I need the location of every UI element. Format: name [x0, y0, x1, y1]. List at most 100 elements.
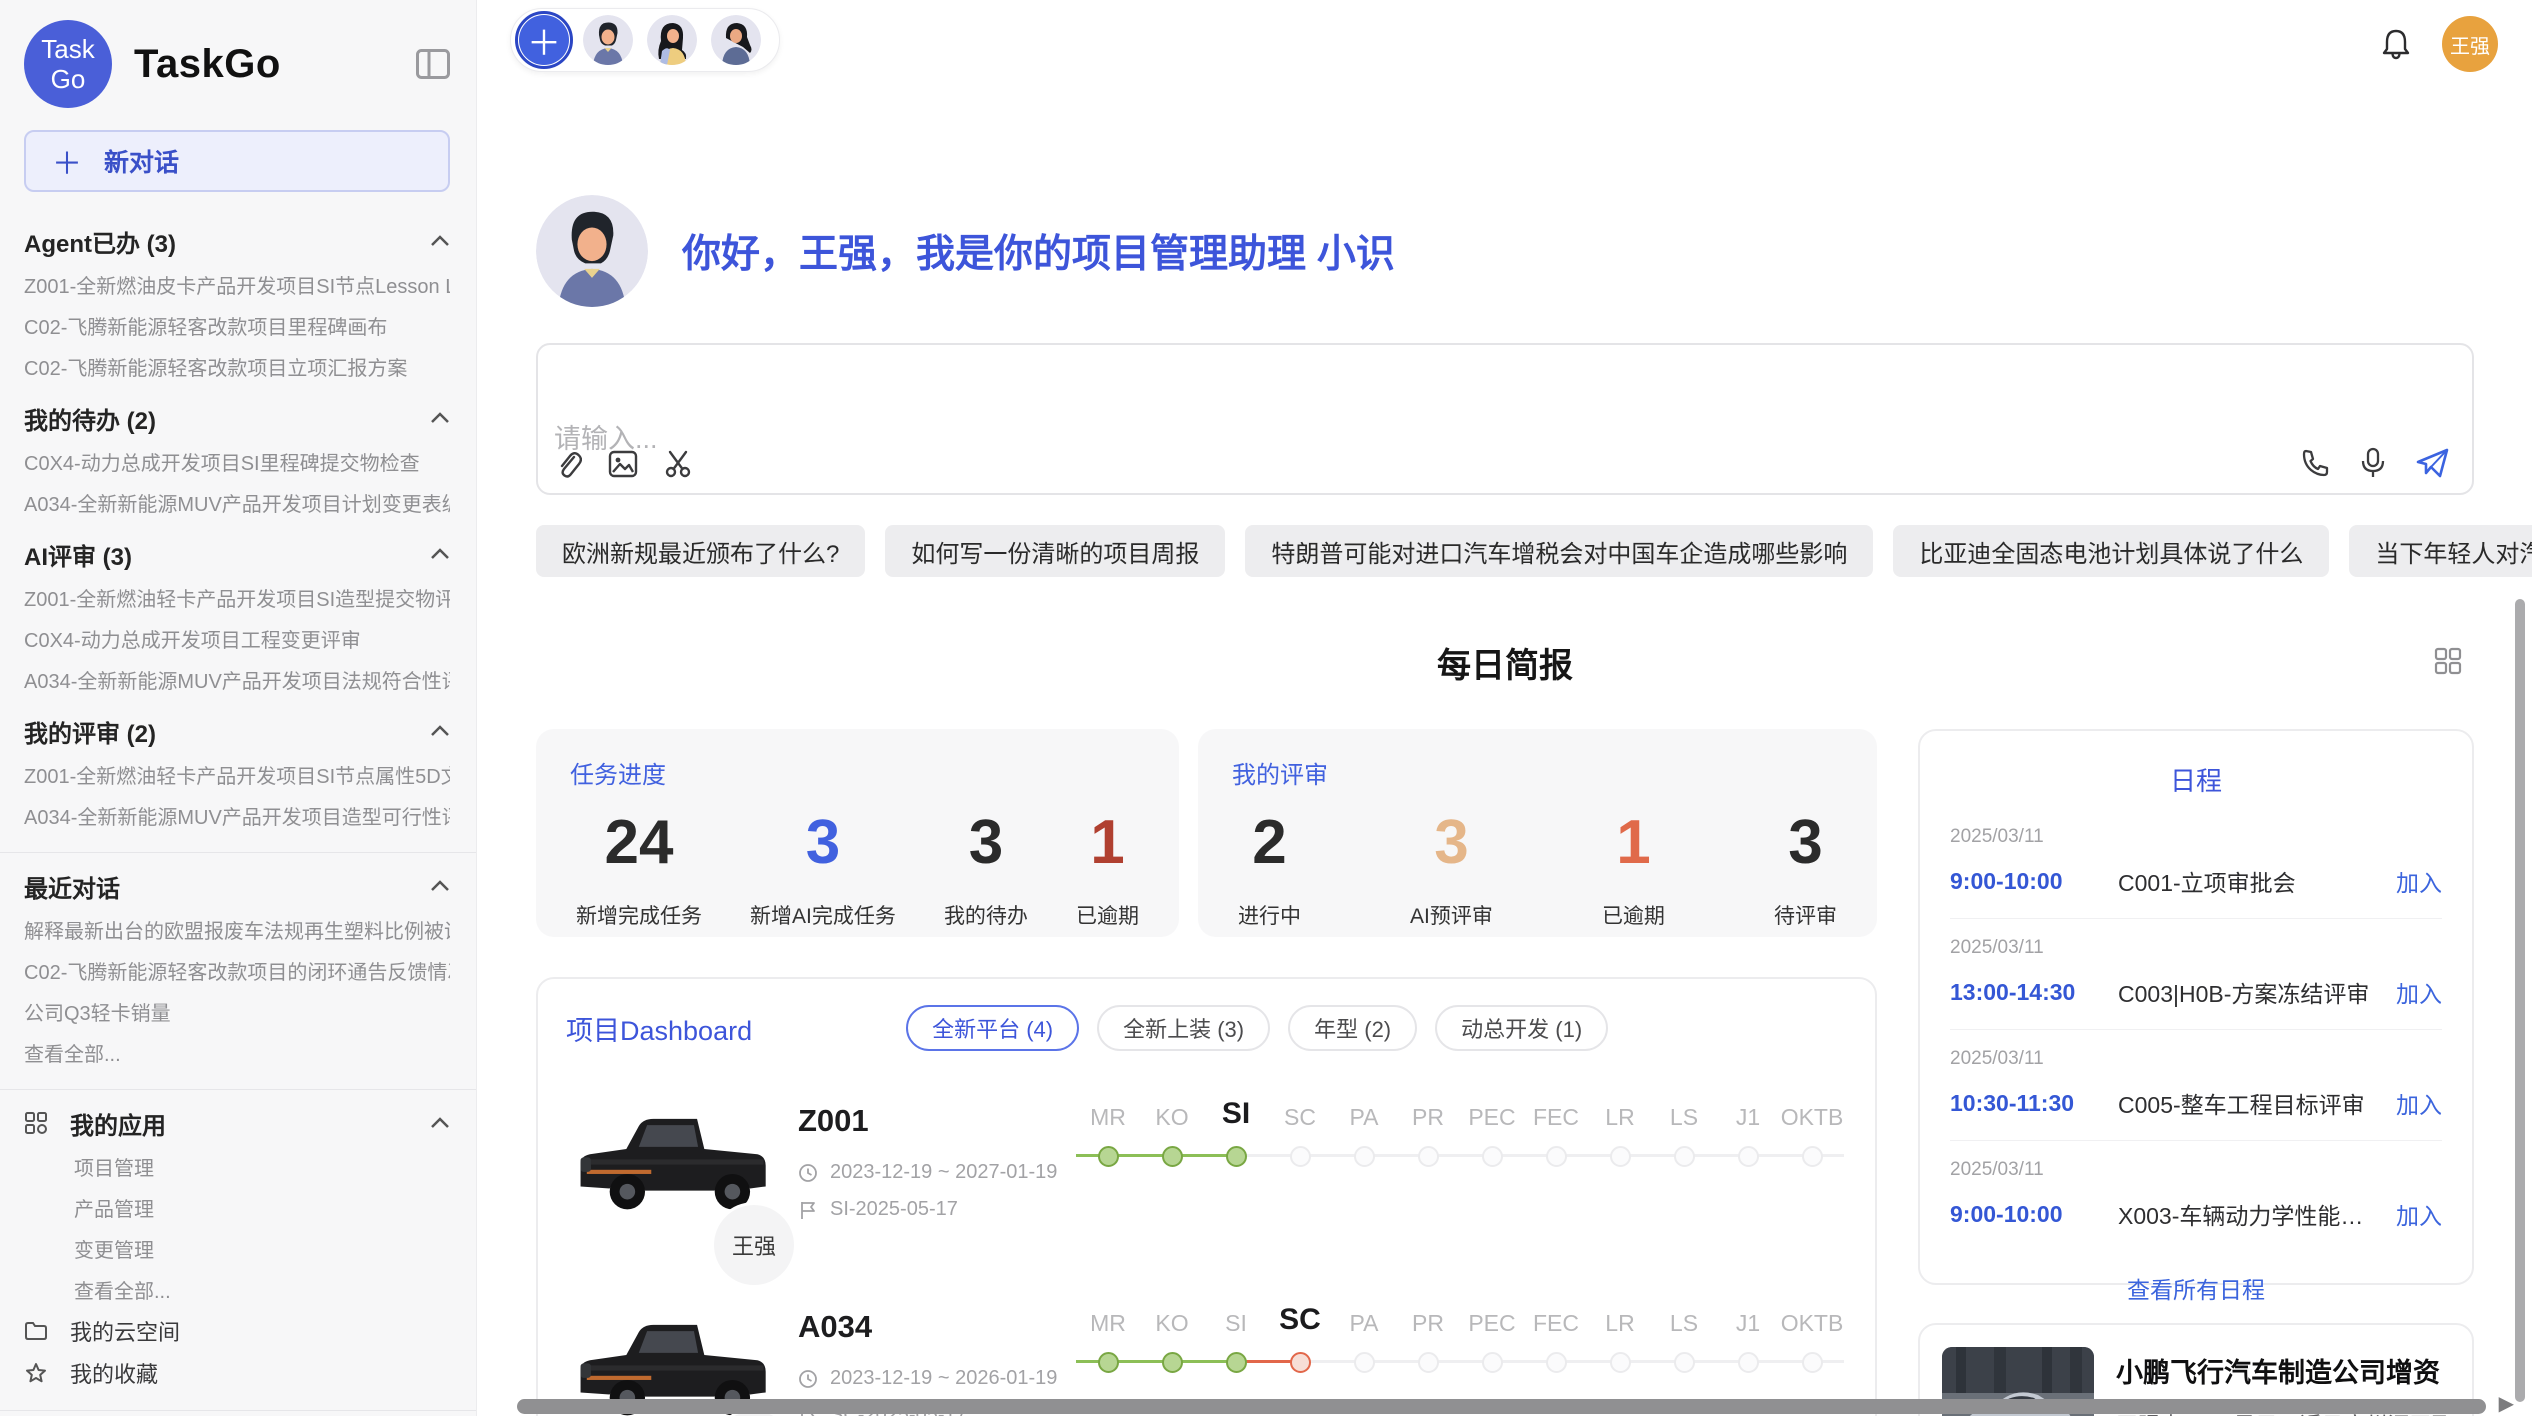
scroll-right-arrow-icon[interactable]: ▶ [2499, 1391, 2514, 1416]
top-bar: ＋ 王强 [477, 0, 2532, 100]
vertical-scrollbar[interactable] [2515, 599, 2525, 1402]
join-link[interactable]: 加入 [2396, 864, 2442, 898]
milestone-dot [1226, 1146, 1247, 1167]
app-item-product-mgmt[interactable]: 产品管理 [24, 1187, 450, 1228]
project-row-z001[interactable]: 王强 Z001 2023-12-19 ~ 2027-01-19 SI-2025-… [566, 1097, 1847, 1257]
horizontal-scrollbar[interactable] [517, 1399, 2486, 1414]
milestone-label: PR [1396, 1305, 1460, 1349]
milestone-dot [1482, 1146, 1503, 1167]
recent-chat-item[interactable]: C02-飞腾新能源轻客改款项目的闭环通告反馈情况 [24, 950, 450, 991]
user-avatar[interactable]: 王强 [2442, 16, 2498, 72]
sidebar-item[interactable]: C02-飞腾新能源轻客改款项目里程碑画布 [24, 305, 450, 346]
daily-briefing-title: 每日简报 [1437, 638, 1573, 687]
milestone-label: MR [1076, 1099, 1140, 1143]
schedule-event: 2025/03/11 13:00-14:30 C003|H0B-方案冻结评审 加… [1950, 919, 2442, 1030]
milestone-col: PA [1332, 1099, 1396, 1169]
tab-new-platform[interactable]: 全新平台 (4) [906, 1005, 1079, 1051]
metric-overdue: 1已逾期 [1602, 808, 1665, 930]
sidebar-item[interactable]: C0X4-动力总成开发项目工程变更评审 [24, 618, 450, 659]
suggestion-chip[interactable]: 如何写一份清晰的项目周报 [885, 525, 1225, 577]
recent-chat-item[interactable]: 公司Q3轻卡销量 [24, 991, 450, 1032]
sidebar-header: Task Go TaskGo [24, 18, 450, 110]
divider [0, 852, 476, 853]
sidebar-item[interactable]: Z001-全新燃油皮卡产品开发项目SI节点Lesson Learn报告 [24, 264, 450, 305]
send-icon[interactable] [2416, 447, 2450, 479]
sidebar-item[interactable]: C0X4-动力总成开发项目SI里程碑提交物检查 [24, 441, 450, 482]
tab-year-model[interactable]: 年型 (2) [1288, 1005, 1417, 1051]
agent-avatar-2[interactable] [647, 15, 697, 65]
sidebar-item[interactable]: A034-全新新能源MUV产品开发项目计划变更表编写 [24, 482, 450, 523]
sidebar-item[interactable]: Z001-全新燃油轻卡产品开发项目SI节点属性5D文件评审 [24, 754, 450, 795]
clock-icon [798, 1163, 818, 1183]
sidebar-item[interactable]: Z001-全新燃油轻卡产品开发项目SI造型提交物评审 [24, 577, 450, 618]
milestone-col: OKTB [1780, 1099, 1844, 1169]
milestone-dot [1738, 1352, 1759, 1373]
sidebar-section-my-review-header[interactable]: 我的评审 (2) [24, 708, 450, 754]
sidebar-item[interactable]: A034-全新新能源MUV产品开发项目法规符合性评审 [24, 659, 450, 700]
event-date: 2025/03/11 [1950, 1048, 2442, 1070]
sidebar-section-my-todo-header[interactable]: 我的待办 (2) [24, 395, 450, 441]
sidebar-section-my-apps-header[interactable]: 我的应用 [24, 1100, 450, 1146]
sidebar-item[interactable]: C02-飞腾新能源轻客改款项目立项汇报方案 [24, 346, 450, 387]
stats-row: 任务进度 24新增完成任务 3新增AI完成任务 3我的待办 1已逾期 我的评审 … [536, 729, 1877, 937]
app-item-change-mgmt[interactable]: 变更管理 [24, 1228, 450, 1269]
collapse-sidebar-icon[interactable] [416, 49, 450, 79]
project-info: Z001 2023-12-19 ~ 2027-01-19 SI-2025-05-… [798, 1097, 1076, 1221]
event-date: 2025/03/11 [1950, 937, 2442, 959]
project-dates: 2023-12-19 ~ 2026-01-19 [798, 1367, 1076, 1390]
suggestion-chip[interactable]: 当下年轻人对汽车外观有怎样的喜好趋势 [2349, 525, 2532, 577]
scissors-icon[interactable] [664, 449, 694, 479]
suggestion-chip[interactable]: 特朗普可能对进口汽车增税会对中国车企造成哪些影响 [1245, 525, 1873, 577]
greeting-block: 你好，王强，我是你的项目管理助理 小识 [536, 195, 2474, 307]
paperclip-icon[interactable] [554, 449, 582, 479]
sidebar-section-ai-review-header[interactable]: AI评审 (3) [24, 531, 450, 577]
milestone-label: KO [1140, 1305, 1204, 1349]
join-link[interactable]: 加入 [2396, 1197, 2442, 1231]
news-title: 小鹏飞行汽车制造公司增资 [2116, 1351, 2450, 1390]
new-chat-button[interactable]: ＋ 新对话 [24, 130, 450, 192]
join-link[interactable]: 加入 [2396, 975, 2442, 1009]
sidebar-item-favorites[interactable]: 我的收藏 [24, 1352, 450, 1394]
tab-powertrain[interactable]: 动总开发 (1) [1435, 1005, 1608, 1051]
milestone-col: PEC [1460, 1099, 1524, 1169]
project-code: Z001 [798, 1103, 1076, 1139]
metric-ai-pre-review: 3AI预评审 [1410, 808, 1493, 930]
milestone-label: FEC [1524, 1099, 1588, 1143]
input-actions [2300, 447, 2450, 479]
recent-chat-item[interactable]: 解释最新出台的欧盟报废车法规再生塑料比例被调至15%... [24, 909, 450, 950]
milestone-col: SC [1268, 1305, 1332, 1375]
app-item-project-mgmt[interactable]: 项目管理 [24, 1146, 450, 1187]
sidebar-section-agent-done-header[interactable]: Agent已办 (3) [24, 218, 450, 264]
view-all-recent-link[interactable]: 查看全部... [24, 1032, 450, 1073]
add-agent-button[interactable]: ＋ [519, 15, 569, 65]
tab-new-body[interactable]: 全新上装 (3) [1097, 1005, 1270, 1051]
image-icon[interactable] [608, 450, 638, 478]
agent-avatar-3[interactable] [711, 15, 761, 65]
agent-avatar-1[interactable] [583, 15, 633, 65]
schedule-title: 日程 [1950, 761, 2442, 798]
milestone-label: J1 [1716, 1099, 1780, 1143]
microphone-icon[interactable] [2360, 447, 2386, 479]
milestone-chart: MRKOSISCPAPRPECFECLRLSJ1OKTB [1076, 1303, 1847, 1375]
sidebar-section-recent-header[interactable]: 最近对话 [24, 863, 450, 909]
sidebar-item[interactable]: A034-全新新能源MUV产品开发项目造型可行性评审 [24, 795, 450, 836]
view-all-apps-link[interactable]: 查看全部... [24, 1269, 450, 1310]
suggestion-chip[interactable]: 比亚迪全固态电池计划具体说了什么 [1893, 525, 2329, 577]
notification-bell-icon[interactable] [2380, 27, 2412, 61]
milestone-dot [1610, 1352, 1631, 1373]
app-title: TaskGo [134, 42, 281, 87]
milestone-col: J1 [1716, 1305, 1780, 1375]
sidebar-list: Agent已办 (3) Z001-全新燃油皮卡产品开发项目SI节点Lesson … [24, 218, 450, 1416]
milestone-label: PR [1396, 1099, 1460, 1143]
view-all-schedule-link[interactable]: 查看所有日程 [1950, 1271, 2442, 1305]
phone-icon[interactable] [2300, 448, 2330, 478]
suggestion-chips: 欧洲新规最近颁布了什么? 如何写一份清晰的项目周报 特朗普可能对进口汽车增税会对… [536, 525, 2474, 577]
chat-input-box[interactable]: 请输入... [536, 343, 2474, 495]
suggestion-chip[interactable]: 欧洲新规最近颁布了什么? [536, 525, 865, 577]
sidebar-item-cloud-space[interactable]: 我的云空间 [24, 1310, 450, 1352]
layout-grid-icon[interactable] [2434, 647, 2462, 675]
metric-pending-review: 3待评审 [1774, 808, 1837, 930]
section-title: 最近对话 [24, 869, 120, 904]
join-link[interactable]: 加入 [2396, 1086, 2442, 1120]
new-chat-label: 新对话 [104, 143, 179, 179]
